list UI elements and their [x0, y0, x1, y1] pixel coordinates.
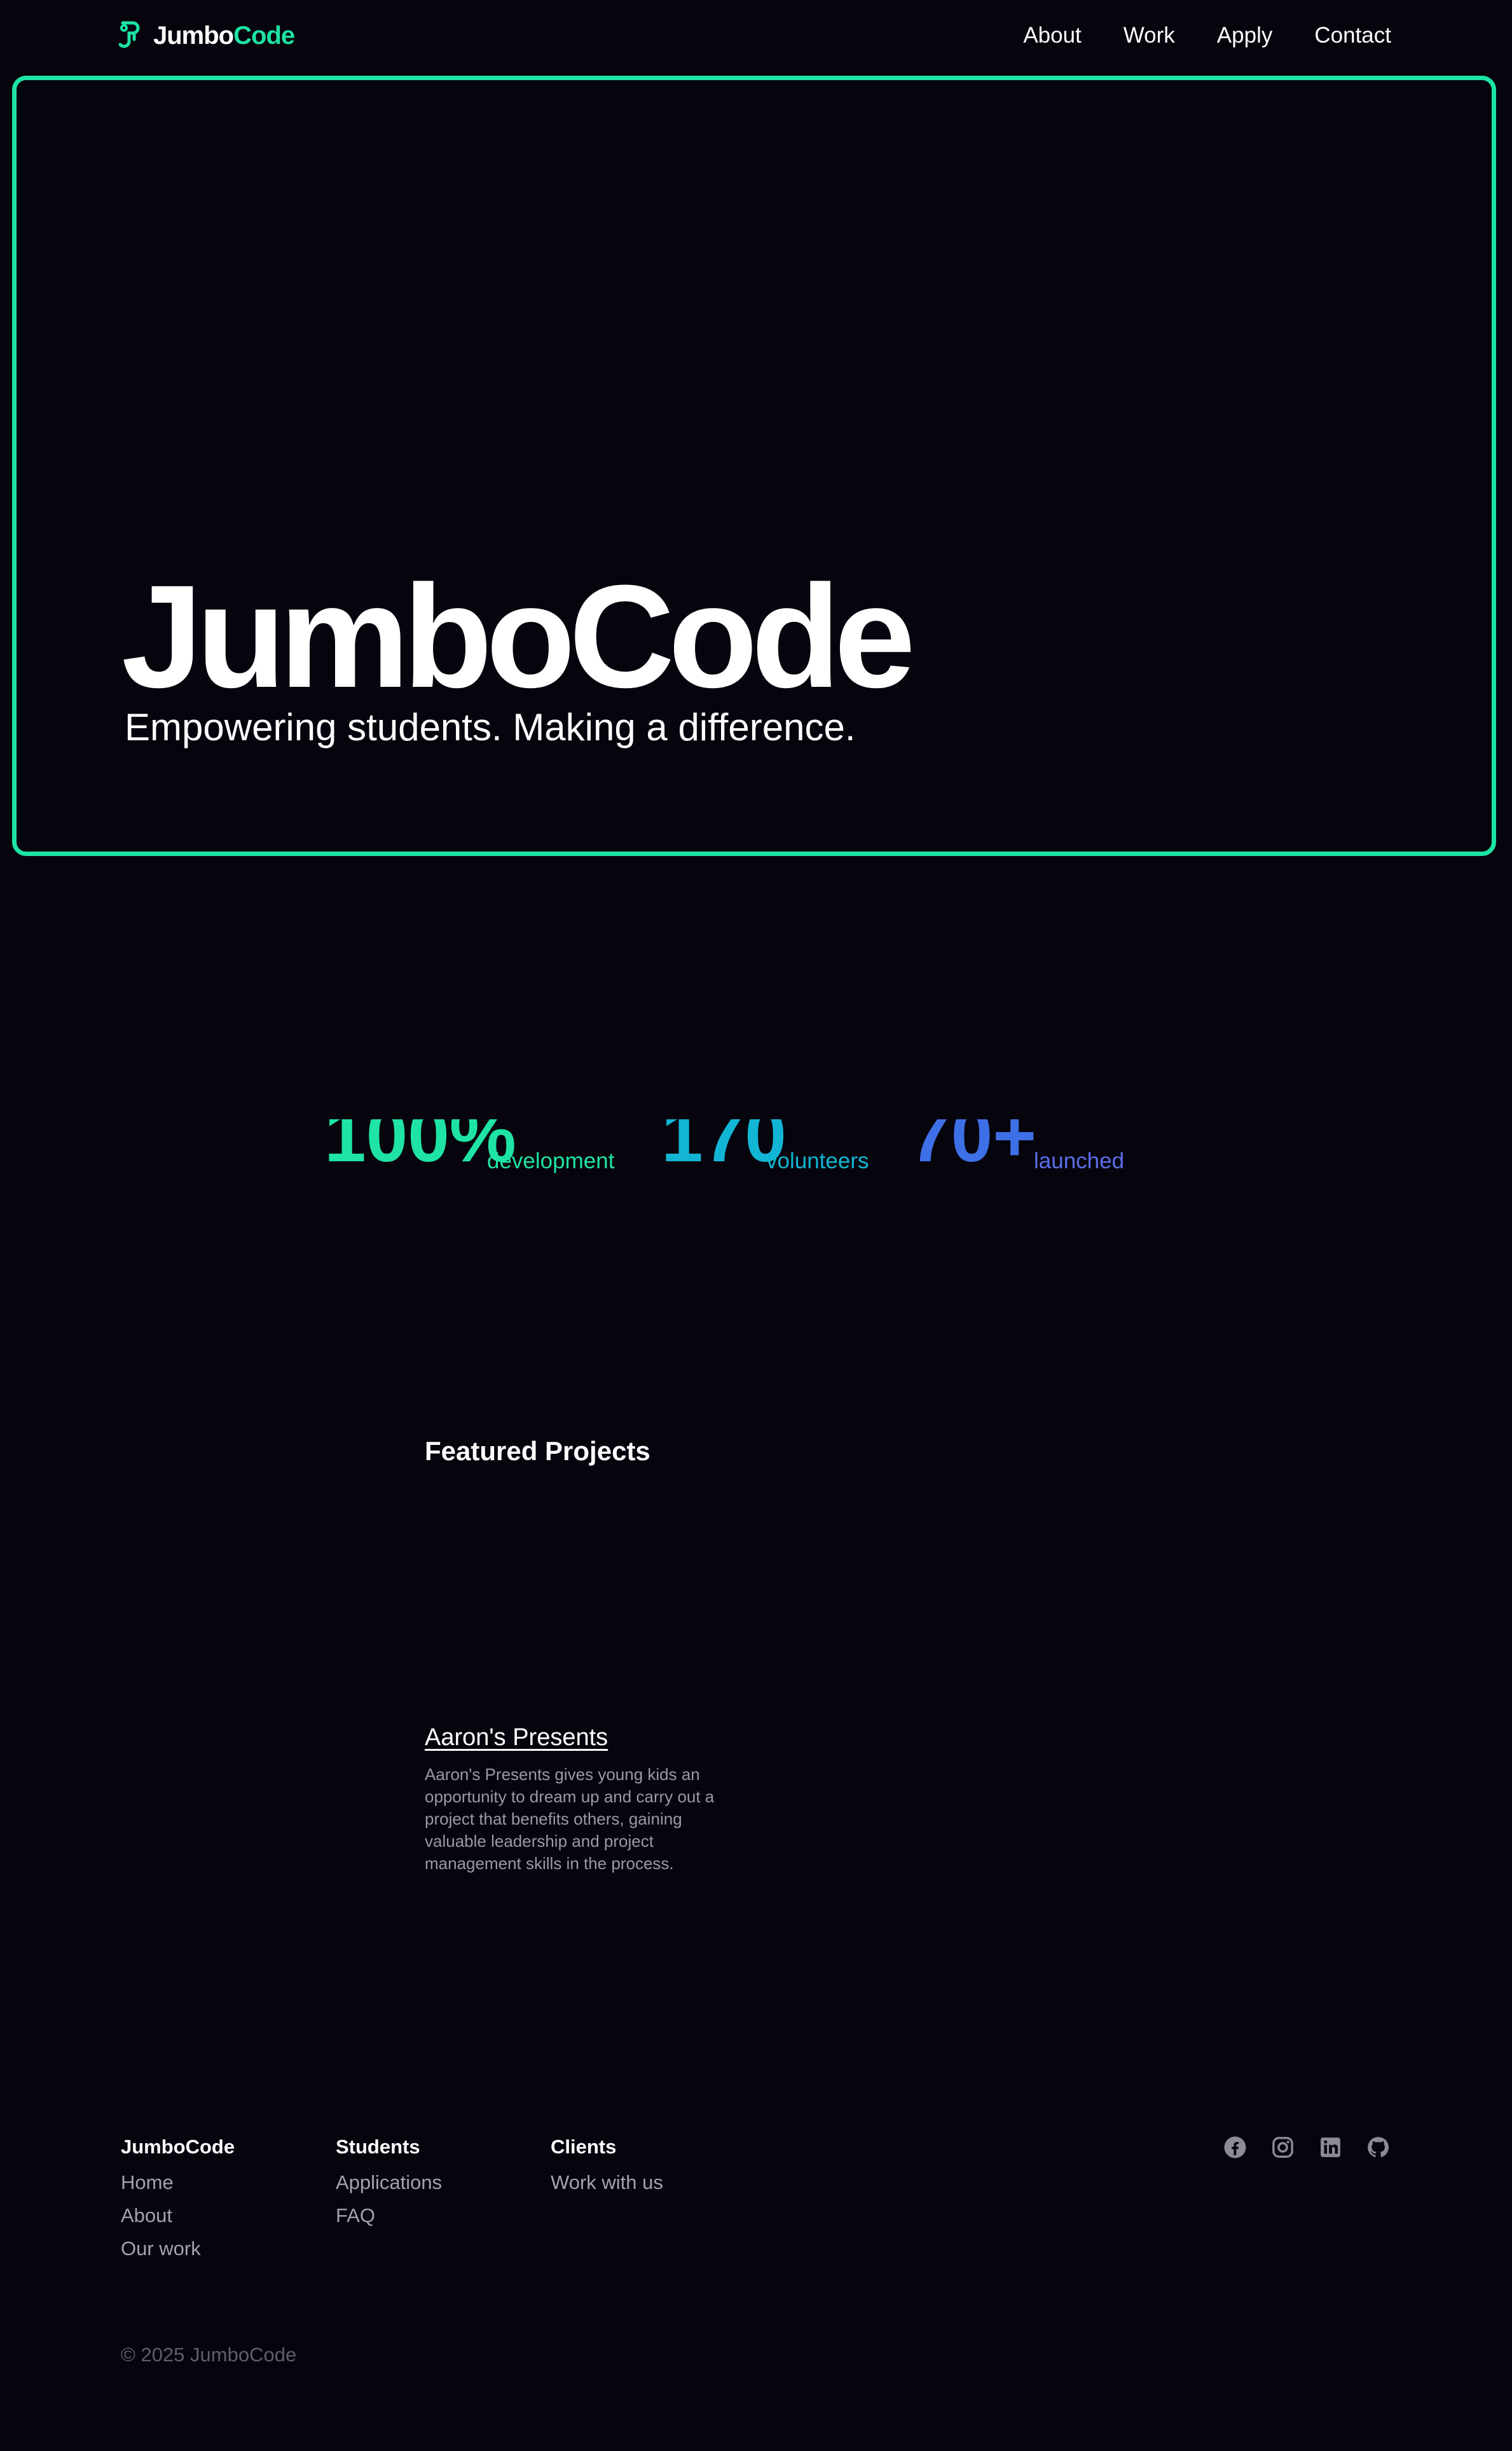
top-nav: JumboCode About Work Apply Contact: [0, 0, 1512, 75]
nav-link-contact[interactable]: Contact: [1314, 23, 1391, 48]
project-description: Aaron's Presents gives young kids an opp…: [425, 1765, 715, 1873]
social-links: [1223, 2136, 1390, 2159]
nav-link-about[interactable]: About: [1023, 23, 1081, 48]
copyright-text: © 2025 JumboCode: [121, 2344, 297, 2366]
footer-link-about[interactable]: About: [121, 2199, 235, 2232]
stats-strip: 100% development 170 volunteers 70+ laun…: [0, 1119, 1512, 1180]
github-icon[interactable]: [1366, 2136, 1390, 2159]
footer-heading: JumboCode: [121, 2136, 235, 2158]
footer-link-home[interactable]: Home: [121, 2166, 235, 2199]
hero-subtitle: Empowering students. Making a difference…: [125, 706, 856, 749]
nav-link-work[interactable]: Work: [1124, 23, 1175, 48]
facebook-icon[interactable]: [1223, 2136, 1247, 2159]
nav-link-apply[interactable]: Apply: [1217, 23, 1273, 48]
stat-label: development: [487, 1149, 615, 1173]
hero-title: JumboCode: [121, 555, 916, 718]
footer-link-faq[interactable]: FAQ: [336, 2199, 442, 2232]
project-link-aarons-presents[interactable]: Aaron's Presents: [425, 1724, 608, 1751]
stat-label: volunteers: [766, 1149, 869, 1173]
jumbo-logo-icon: [118, 21, 140, 48]
footer-heading: Clients: [551, 2136, 617, 2158]
footer-link-our-work[interactable]: Our work: [121, 2232, 235, 2265]
logo-wordmark: JumboCode: [153, 21, 295, 50]
nav-links: About Work Apply Contact: [1023, 23, 1391, 48]
footer-column-jumbocode: JumboCode Home About Our work: [121, 2136, 235, 2265]
linkedin-icon[interactable]: [1319, 2136, 1342, 2159]
footer-column-clients: Clients Work with us: [551, 2136, 663, 2199]
logo-link[interactable]: JumboCode: [118, 19, 295, 52]
instagram-icon[interactable]: [1271, 2136, 1295, 2159]
hero-section: JumboCode Empowering students. Making a …: [12, 76, 1496, 856]
footer-column-students: Students Applications FAQ: [336, 2136, 442, 2232]
footer-link-work-with-us[interactable]: Work with us: [551, 2166, 663, 2199]
featured-projects-heading: Featured Projects: [425, 1436, 650, 1466]
stat-value: 70+: [909, 1119, 1037, 1178]
stat-label: launched: [1034, 1149, 1125, 1173]
footer-heading: Students: [336, 2136, 420, 2158]
footer-link-applications[interactable]: Applications: [336, 2166, 442, 2199]
